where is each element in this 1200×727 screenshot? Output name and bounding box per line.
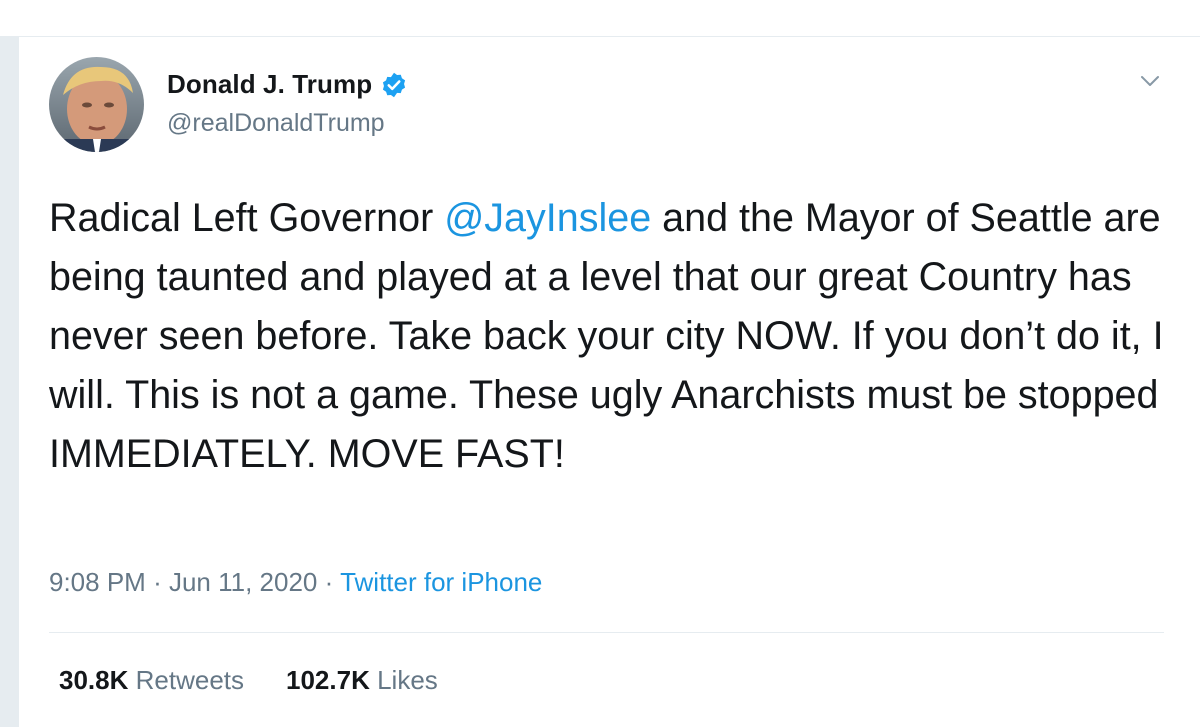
tweet-time[interactable]: 9:08 PM	[49, 567, 146, 597]
author-name-row[interactable]: Donald J. Trump	[167, 69, 408, 100]
likes-stat[interactable]: 102.7K Likes	[286, 665, 438, 696]
chevron-down-icon[interactable]	[1136, 67, 1164, 95]
likes-label: Likes	[377, 665, 438, 695]
tweet-date[interactable]: Jun 11, 2020	[169, 567, 317, 597]
tweet-stats: 30.8K Retweets 102.7K Likes	[59, 665, 438, 696]
meta-separator: ·	[324, 567, 334, 597]
tweet-text: Radical Left Governor @JayInslee and the…	[49, 189, 1169, 484]
divider	[49, 632, 1164, 633]
retweets-label: Retweets	[135, 665, 245, 695]
meta-separator: ·	[153, 567, 162, 597]
tweet-text-start: Radical Left Governor	[49, 196, 445, 240]
tweet-meta: 9:08 PM · Jun 11, 2020 · Twitter for iPh…	[49, 567, 542, 598]
avatar-image	[49, 57, 144, 152]
tweet-source-link[interactable]: Twitter for iPhone	[340, 567, 542, 597]
page: Donald J. Trump @realDonaldTrump Radical…	[0, 0, 1200, 727]
mention-link[interactable]: @JayInslee	[444, 196, 651, 240]
retweets-stat[interactable]: 30.8K Retweets	[59, 665, 244, 696]
tweet-card: Donald J. Trump @realDonaldTrump Radical…	[18, 37, 1200, 727]
likes-count: 102.7K	[286, 665, 370, 695]
retweets-count: 30.8K	[59, 665, 129, 695]
author-handle[interactable]: @realDonaldTrump	[167, 109, 385, 138]
verified-badge-icon	[380, 71, 408, 99]
top-bar	[0, 0, 1200, 37]
avatar[interactable]	[49, 57, 144, 152]
author-display-name[interactable]: Donald J. Trump	[167, 69, 372, 100]
